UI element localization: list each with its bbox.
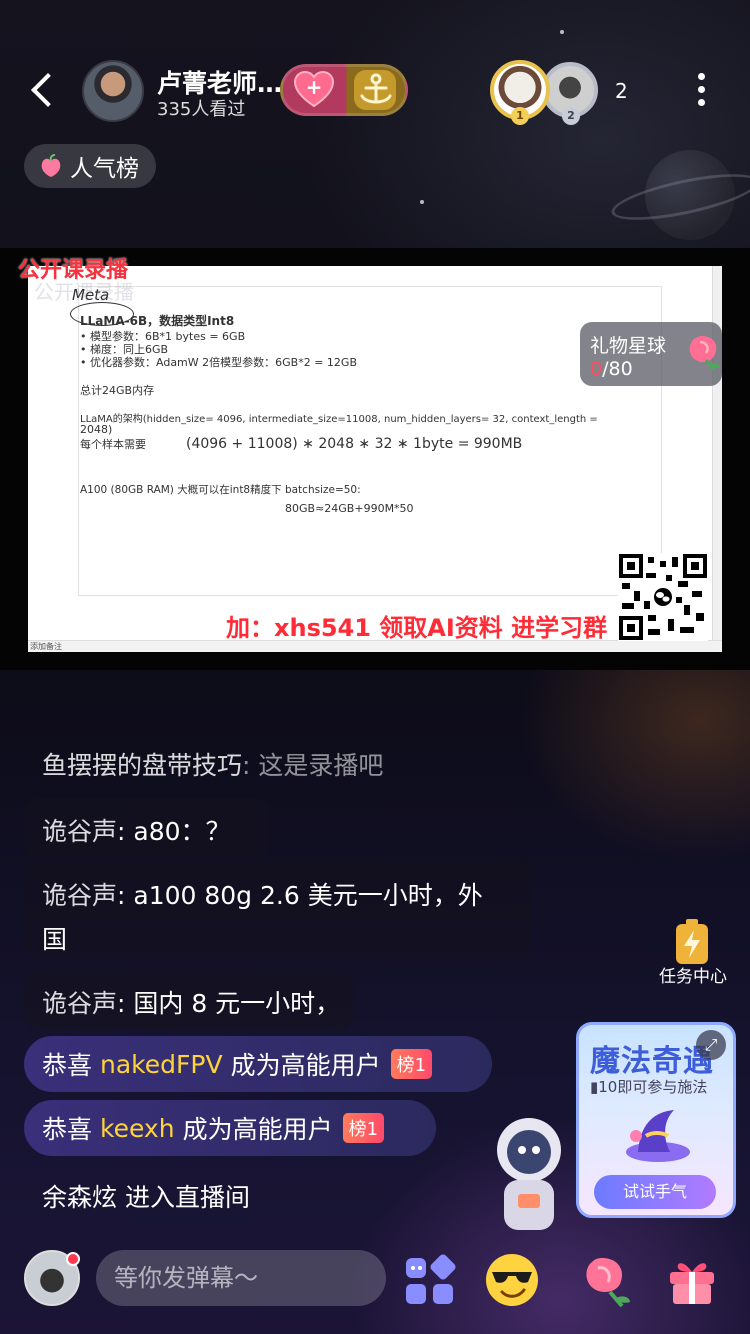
slide-per-sample: 每个样本需要	[80, 438, 146, 451]
hot-rank-button[interactable]: 人气榜	[24, 144, 156, 188]
congrats-prefix: 恭喜	[42, 1115, 93, 1144]
chat-username[interactable]: 诡谷声	[42, 989, 117, 1018]
enter-room-message: 余森炫 进入直播间	[42, 1183, 250, 1212]
hot-rank-label: 人气榜	[70, 156, 139, 182]
rose-icon	[689, 336, 720, 371]
congrats-username[interactable]: nakedFPV	[100, 1050, 223, 1079]
battery-lightning-icon	[676, 919, 708, 964]
chat-username[interactable]: 诡谷声	[42, 881, 117, 910]
qr-code	[618, 553, 708, 641]
chat-username[interactable]: 诡谷声	[42, 817, 117, 846]
notification-dot	[66, 1252, 80, 1266]
rank-badge-2: 2	[562, 107, 580, 125]
chat-username[interactable]: 鱼摆摆的盘带技巧	[42, 751, 242, 780]
slide-total: 总计24GB内存	[80, 384, 155, 397]
chat-message[interactable]: 鱼摆摆的盘带技巧: 这是录播吧	[42, 746, 383, 782]
promo-banner: 加：xhs541 领取AI资料 进学习群	[226, 614, 608, 642]
gift-planet-progress: 0/80	[590, 358, 633, 380]
slide-a100-line: A100 (80GB RAM) 大概可以在int8精度下 batchsize=5…	[80, 484, 361, 496]
slide-bullet: • 优化器参数：AdamW 2倍模型参数：6GB*2 = 12GB	[80, 356, 357, 369]
viewer-count: 335人看过	[157, 99, 246, 120]
cool-emoji-icon[interactable]	[484, 1252, 540, 1308]
star	[420, 200, 424, 204]
chat-message[interactable]: 诡谷声: a100 80g 2.6 美元一小时，外	[42, 876, 483, 912]
chat-text: : a80：？	[117, 817, 231, 846]
astronaut-decoration	[497, 1118, 561, 1230]
chat-text: : a100 80g 2.6 美元一小时，外	[117, 881, 483, 910]
congrats-banner[interactable]: 恭喜 keexh 成为高能用户 榜1	[24, 1100, 436, 1156]
star	[560, 30, 564, 34]
rank-badge-1: 1	[511, 107, 529, 125]
task-center-label: 任务中心	[659, 967, 727, 987]
congrats-prefix: 恭喜	[42, 1051, 93, 1080]
rank-tag: 榜1	[342, 1113, 385, 1143]
back-button[interactable]	[28, 70, 58, 110]
interaction-menu-icon[interactable]	[402, 1252, 458, 1308]
online-count[interactable]: 2	[615, 79, 628, 103]
recording-label: 公开课录播	[18, 258, 129, 283]
wizard-hat-icon	[626, 1110, 690, 1162]
chat-text: : 国内 8 元一小时，	[117, 989, 341, 1018]
congrats-suffix: 成为高能用户	[182, 1115, 333, 1144]
congrats-suffix: 成为高能用户	[230, 1051, 381, 1080]
slide-footer-label: 添加备注	[30, 642, 62, 651]
expand-icon[interactable]: ⤢	[696, 1030, 726, 1060]
task-center-button[interactable]: 任务中心	[656, 918, 728, 988]
slide-arch-line: LLaMA的架构(hidden_size= 4096, intermediate…	[80, 414, 598, 425]
more-options-button[interactable]	[690, 70, 714, 110]
heart-plus-icon[interactable]: +	[293, 70, 335, 110]
slide-a100-calc: 80GB≈24GB+990M*50	[285, 502, 414, 515]
chat-message[interactable]: 诡谷声: a80：？	[42, 812, 231, 848]
rose-gift-icon[interactable]	[576, 1252, 632, 1308]
chat-message[interactable]: 诡谷声: 国内 8 元一小时，	[42, 984, 340, 1020]
chat-message-continuation: 国	[42, 925, 68, 954]
congrats-username[interactable]: keexh	[100, 1114, 175, 1143]
chat-text: : 这是录播吧	[242, 751, 384, 780]
magic-encounter-subtitle: ▮10即可参与施法	[590, 1078, 708, 1096]
gift-box-icon[interactable]	[664, 1252, 720, 1308]
peach-icon	[41, 154, 61, 177]
slide-title: LLaMA-6B，数据类型Int8	[80, 314, 235, 328]
danmaku-input[interactable]	[96, 1250, 386, 1306]
live-room-screen: { "header": { "host_name": "卢菁老师…", "vie…	[0, 0, 750, 1334]
slide-formula: (4096 + 11008) ∗ 2048 ∗ 32 ∗ 1byte = 990…	[186, 436, 523, 452]
gift-planet-title: 礼物星球	[590, 335, 667, 357]
svg-text:+: +	[306, 75, 323, 99]
try-luck-button[interactable]: 试试手气	[594, 1175, 716, 1209]
fan-club-anchor-icon[interactable]	[352, 68, 398, 112]
congrats-banner[interactable]: 恭喜 nakedFPV 成为高能用户 榜1	[24, 1036, 492, 1092]
host-avatar[interactable]	[82, 60, 144, 122]
rank-tag: 榜1	[390, 1049, 433, 1079]
slide-arch-line: 2048)	[80, 423, 113, 436]
